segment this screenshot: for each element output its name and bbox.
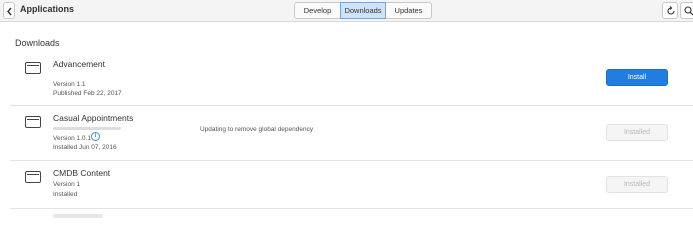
refresh-icon — [667, 6, 675, 15]
section-title: Downloads — [15, 38, 60, 48]
app-date: Published Feb 22, 2017 — [53, 90, 122, 97]
page-title: Applications — [20, 4, 75, 14]
info-icon[interactable]: i — [91, 132, 100, 141]
app-row: Casual Appointments Version 1.0.1 i Inst… — [10, 106, 693, 161]
tab-updates[interactable]: Updates — [385, 2, 432, 19]
progress-indicator — [53, 127, 121, 130]
app-name: Advancement — [53, 59, 105, 69]
app-version: Version 1.1 — [53, 81, 86, 88]
refresh-button[interactable] — [662, 2, 678, 19]
installed-button: Installed — [606, 124, 668, 141]
app-version: Version 1 — [53, 181, 81, 188]
app-window-icon — [25, 62, 41, 74]
app-row-partial — [53, 214, 103, 218]
header-bar: Applications Develop Downloads Updates — [0, 0, 693, 22]
installed-button: Installed — [606, 176, 668, 193]
app-date: Installed — [53, 191, 78, 198]
app-window-icon — [25, 116, 41, 128]
install-button[interactable]: Install — [606, 69, 668, 86]
app-window-icon — [25, 171, 41, 183]
app-version: Version 1.0.1 — [53, 135, 91, 142]
status-message: Updating to remove global dependency — [200, 126, 314, 133]
back-button[interactable] — [3, 2, 15, 19]
tab-group: Develop Downloads Updates — [294, 2, 432, 19]
app-name: CMDB Content — [53, 168, 111, 178]
app-date: Installed Jun 07, 2016 — [53, 144, 117, 151]
app-name: Casual Appointments — [53, 113, 134, 123]
tab-downloads[interactable]: Downloads — [340, 2, 386, 19]
search-icon — [684, 6, 693, 16]
app-row: CMDB Content Version 1 Installed Install… — [10, 161, 693, 209]
tab-develop[interactable]: Develop — [294, 2, 341, 19]
search-button[interactable] — [680, 2, 693, 19]
app-row: Advancement Version 1.1 Published Feb 22… — [10, 52, 693, 106]
chevron-left-icon — [7, 7, 12, 16]
